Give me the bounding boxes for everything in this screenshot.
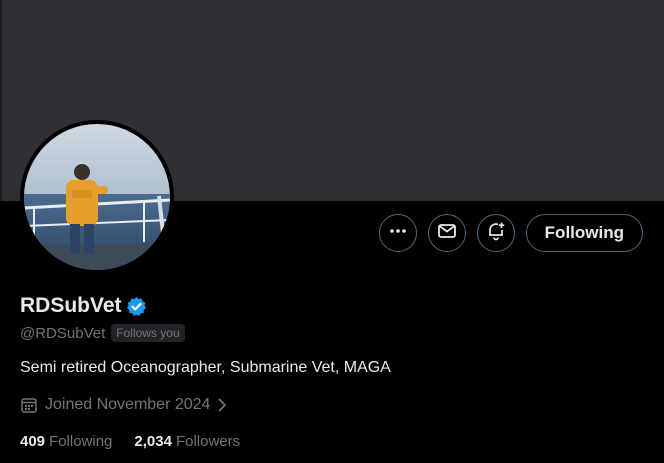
followers-stat-link[interactable]: 2,034 Followers <box>134 433 240 450</box>
verified-badge-icon[interactable] <box>126 296 147 317</box>
more-button[interactable] <box>378 214 417 252</box>
avatar-photo <box>24 124 170 270</box>
joined-date[interactable]: Joined November 2024 <box>20 396 228 414</box>
following-button[interactable]: Following <box>525 214 643 252</box>
followers-label: Followers <box>175 433 241 450</box>
message-button[interactable] <box>427 214 466 252</box>
followers-count: 2,034 <box>134 433 172 450</box>
profile-actions: Following <box>378 214 643 252</box>
bell-plus-icon <box>486 221 506 246</box>
chevron-right-icon <box>216 397 228 413</box>
banner-edge-divider <box>0 0 2 201</box>
profile-bio: Semi retired Oceanographer, Submarine Ve… <box>20 359 391 376</box>
notifications-button[interactable] <box>476 214 515 252</box>
display-name: RDSubVet <box>20 294 122 317</box>
joined-date-label: Joined November 2024 <box>45 396 211 413</box>
name-row: RDSubVet <box>20 294 147 318</box>
calendar-icon <box>20 396 38 414</box>
following-stat-link[interactable]: 409 Following <box>20 433 112 450</box>
follow-stats: 409 Following 2,034 Followers <box>20 433 240 450</box>
avatar[interactable] <box>20 120 174 274</box>
follows-you-badge: Follows you <box>111 324 185 342</box>
more-horizontal-icon <box>389 222 407 245</box>
handle-row: @RDSubVet Follows you <box>20 324 185 342</box>
user-handle: @RDSubVet <box>20 324 106 342</box>
mail-icon <box>437 221 457 246</box>
following-label: Following <box>49 433 113 450</box>
following-count: 409 <box>20 433 46 450</box>
